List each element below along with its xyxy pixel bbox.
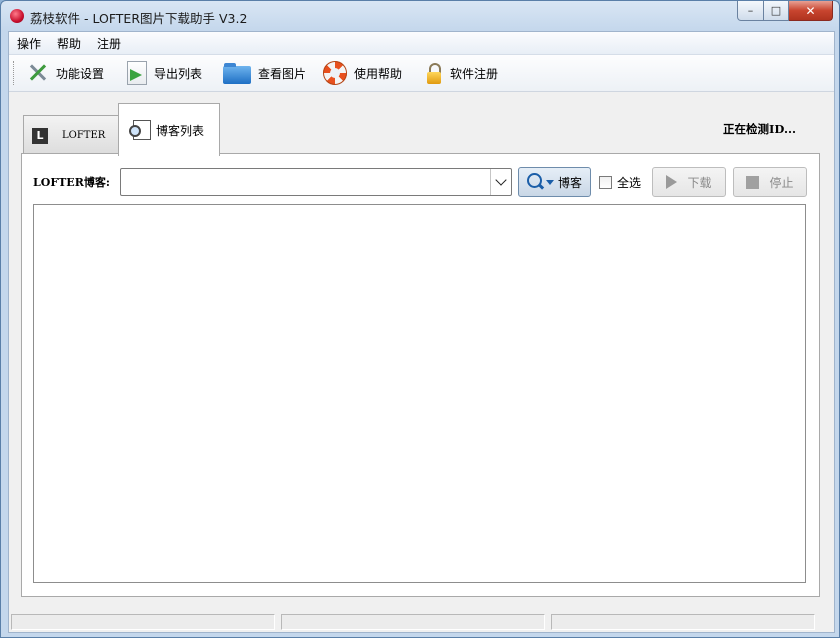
export-list-button[interactable]: 导出列表: [127, 59, 202, 87]
stop-button[interactable]: 停止: [733, 167, 807, 197]
tab-blog-list[interactable]: 博客列表: [118, 103, 220, 156]
play-icon: [666, 175, 678, 189]
maximize-button[interactable]: □: [764, 1, 789, 21]
detect-status: 正在检测ID...: [723, 122, 796, 136]
export-list-label: 导出列表: [154, 66, 203, 81]
settings-button[interactable]: 功能设置: [25, 59, 104, 87]
usage-help-button[interactable]: 使用帮助: [323, 59, 402, 87]
select-all-checkbox[interactable]: 全选: [599, 174, 641, 191]
search-blog-label: 博客: [557, 175, 582, 190]
toolbar-grip[interactable]: [13, 61, 16, 85]
usage-help-label: 使用帮助: [354, 66, 403, 81]
tools-icon: [25, 61, 49, 85]
status-pane-3: [551, 614, 815, 630]
window-title: 荔枝软件 - LOFTER图片下载助手 V3.2: [30, 11, 248, 26]
menu-register[interactable]: 注册: [89, 35, 129, 52]
chevron-down-icon: [495, 174, 507, 186]
lofter-logo-icon: L: [32, 127, 48, 144]
tab-lofter-label: LOFTER: [62, 130, 106, 141]
menu-bar: 操作 帮助 注册: [9, 32, 834, 55]
toolbar: 功能设置 导出列表 查看图片 使用帮助 软件注册: [9, 55, 834, 92]
register-button[interactable]: 软件注册: [425, 59, 498, 87]
magnifier-document-icon: [129, 120, 151, 140]
blog-label: LOFTER博客:: [33, 176, 110, 189]
blog-combobox[interactable]: [120, 168, 512, 196]
menu-help[interactable]: 帮助: [49, 35, 89, 52]
menu-operate[interactable]: 操作: [9, 35, 49, 52]
search-blog-button[interactable]: 博客: [518, 167, 591, 197]
download-button[interactable]: 下载: [652, 167, 726, 197]
lychee-app-icon: [10, 9, 24, 23]
status-bar: [9, 610, 834, 632]
settings-label: 功能设置: [56, 66, 105, 81]
view-images-button[interactable]: 查看图片: [223, 59, 306, 87]
client-area: 操作 帮助 注册 功能设置 导出列表 查看图片 使用帮助 软件注册 L LOFT…: [8, 31, 835, 633]
dropdown-arrow-icon: [545, 179, 554, 185]
close-button[interactable]: ✕: [789, 1, 833, 21]
stop-icon: [746, 175, 760, 189]
tab-lofter[interactable]: L LOFTER: [23, 115, 120, 155]
select-all-label: 全选: [617, 176, 642, 190]
status-pane-2: [281, 614, 545, 630]
register-label: 软件注册: [450, 66, 499, 81]
view-images-label: 查看图片: [258, 66, 307, 81]
title-bar[interactable]: 荔枝软件 - LOFTER图片下载助手 V3.2 – □ ✕: [1, 1, 839, 31]
blog-list-panel: LOFTER博客: 博客 全选 下载 停止: [21, 153, 820, 597]
combobox-dropdown-button[interactable]: [490, 169, 511, 195]
blog-listbox[interactable]: [33, 204, 806, 583]
export-icon: [127, 61, 147, 85]
stop-label: 停止: [769, 175, 794, 190]
lock-icon: [425, 61, 443, 85]
download-label: 下载: [687, 175, 712, 190]
checkbox-box[interactable]: [599, 176, 612, 189]
folder-icon: [223, 63, 251, 84]
tab-blog-list-label: 博客列表: [156, 123, 205, 138]
status-pane-1: [11, 614, 275, 630]
caption-buttons: – □ ✕: [737, 1, 833, 21]
minimize-button[interactable]: –: [737, 1, 764, 21]
search-icon: [526, 173, 542, 188]
app-window: 荔枝软件 - LOFTER图片下载助手 V3.2 – □ ✕ 操作 帮助 注册 …: [0, 0, 840, 638]
lifebuoy-icon: [323, 61, 347, 85]
